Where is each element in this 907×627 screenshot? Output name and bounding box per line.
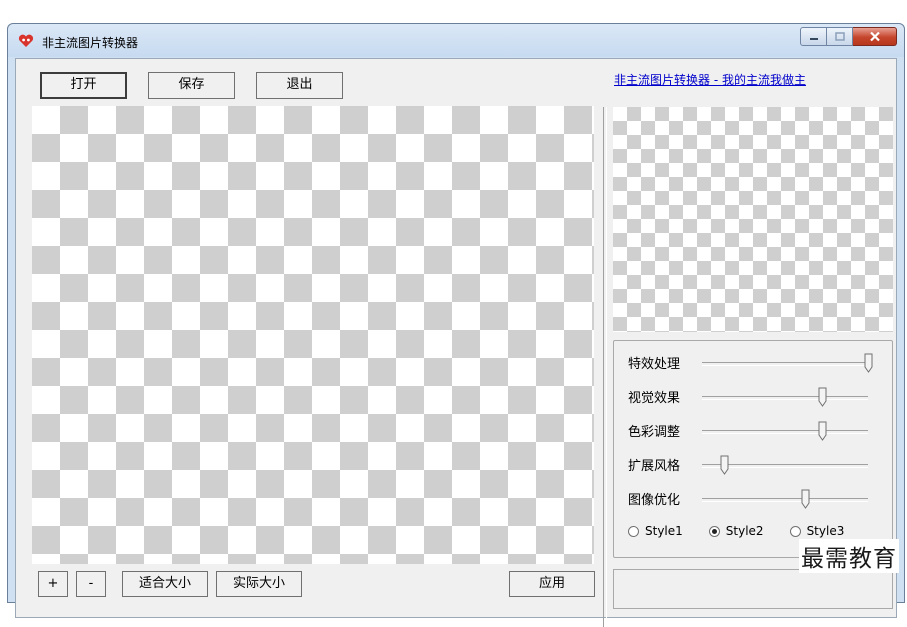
radio-label: Style2 xyxy=(725,524,764,538)
save-button[interactable]: 保存 xyxy=(148,72,235,99)
maximize-icon xyxy=(834,32,845,41)
zoom-in-button[interactable]: + xyxy=(38,571,68,597)
style-radio-2[interactable]: Style2 xyxy=(708,524,764,538)
open-button[interactable]: 打开 xyxy=(40,72,127,99)
style-radio-1[interactable]: Style1 xyxy=(628,524,683,538)
watermark-text: 最需教育 xyxy=(799,539,899,573)
preview-canvas xyxy=(613,107,893,332)
fit-size-button[interactable]: 适合大小 xyxy=(122,571,208,597)
header-link[interactable]: 非主流图片转换器 - 我的主流我做主 xyxy=(614,71,806,88)
slider-label: 扩展风格 xyxy=(628,459,681,474)
radio-circle-icon xyxy=(789,525,801,537)
app-logo-icon xyxy=(18,34,34,47)
slider-thumb[interactable] xyxy=(818,387,827,407)
radio-circle-icon xyxy=(628,525,639,537)
window-title: 非主流图片转换器 xyxy=(42,36,139,50)
slider-thumb[interactable] xyxy=(801,489,810,509)
radio-label: Style3 xyxy=(806,524,845,538)
minimize-icon xyxy=(809,37,818,40)
minimize-button[interactable] xyxy=(800,27,827,46)
actual-size-button[interactable]: 实际大小 xyxy=(216,571,302,597)
close-button[interactable] xyxy=(853,27,897,46)
radio-label: Style1 xyxy=(645,524,683,538)
window-controls xyxy=(800,27,897,47)
slider-label: 特效处理 xyxy=(628,357,681,372)
title-bar[interactable]: 非主流图片转换器 xyxy=(8,24,904,57)
style-radio-3[interactable]: Style3 xyxy=(789,524,845,538)
slider-label: 色彩调整 xyxy=(628,425,681,440)
exit-button[interactable]: 退出 xyxy=(256,72,343,99)
slider-track[interactable] xyxy=(702,498,868,502)
maximize-button[interactable] xyxy=(827,27,853,46)
radio-circle-icon xyxy=(708,525,720,537)
main-image-canvas[interactable] xyxy=(32,106,594,564)
status-box xyxy=(613,569,893,609)
slider-thumb[interactable] xyxy=(864,353,873,373)
slider-thumb[interactable] xyxy=(720,455,729,475)
slider-track[interactable] xyxy=(702,430,868,434)
effects-panel: 特效处理视觉效果色彩调整扩展风格图像优化 Style1 Style2 Style3 xyxy=(613,340,893,558)
slider-label: 视觉效果 xyxy=(628,391,681,406)
app-window: 非主流图片转换器 打开 保存 退出 非主流图片转换器 - 我的主流我做主 特效处… xyxy=(7,23,905,627)
client-area: 打开 保存 退出 非主流图片转换器 - 我的主流我做主 特效处理视觉效果色彩调整… xyxy=(15,58,897,627)
apply-button[interactable]: 应用 xyxy=(509,571,595,597)
zoom-out-button[interactable]: - xyxy=(76,571,106,597)
close-icon xyxy=(869,31,880,42)
slider-label: 图像优化 xyxy=(628,493,681,508)
style-radio-group: Style1 Style2 Style3 xyxy=(628,524,870,538)
slider-track[interactable] xyxy=(702,396,868,400)
slider-thumb[interactable] xyxy=(818,421,827,441)
vertical-divider xyxy=(603,107,607,627)
slider-track[interactable] xyxy=(702,362,868,366)
